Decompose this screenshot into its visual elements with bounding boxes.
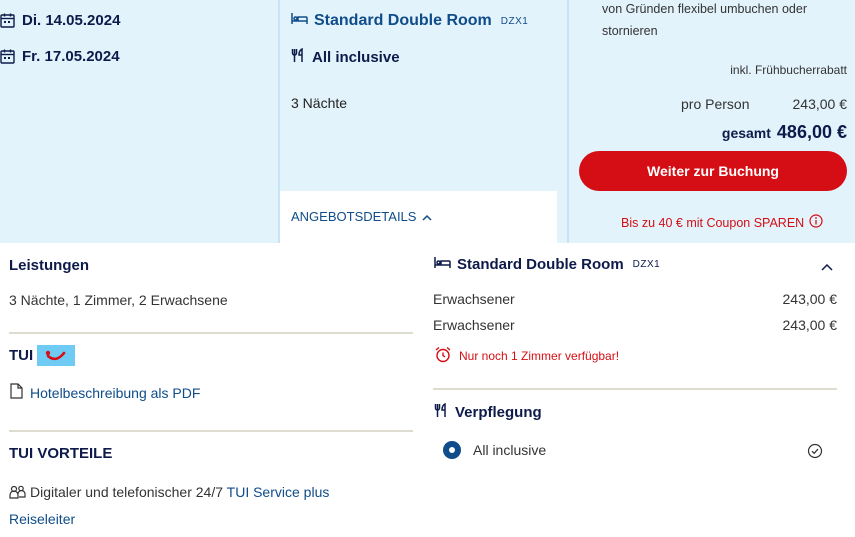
cutlery-icon bbox=[434, 402, 448, 422]
tab-offer-details-label[interactable]: ANGEBOTSDETAILS bbox=[291, 209, 432, 224]
document-icon bbox=[10, 383, 23, 402]
price-line-item: Erwachsener 243,00 € bbox=[433, 317, 837, 333]
total-value: 486,00 € bbox=[776, 122, 847, 142]
hotel-pdf-link[interactable]: Hotelbeschreibung als PDF bbox=[10, 383, 200, 402]
divider bbox=[433, 388, 837, 390]
room-title: Standard Double Room DZX1 bbox=[291, 12, 528, 30]
collapse-chevron-icon[interactable] bbox=[821, 258, 833, 276]
check-circle-icon bbox=[807, 443, 823, 464]
room-code: DZX1 bbox=[500, 15, 529, 27]
per-person-label: pro Person bbox=[681, 96, 750, 112]
arrival-date: Di. 14.05.2024 bbox=[0, 12, 120, 29]
per-person-value: 243,00 € bbox=[792, 96, 848, 112]
radio-selected-icon[interactable] bbox=[443, 441, 461, 459]
board-text: All inclusive bbox=[312, 49, 400, 66]
coupon-link[interactable]: Bis zu 40 € mit Coupon SPAREN bbox=[621, 214, 823, 231]
services-heading: Leistungen bbox=[9, 257, 90, 274]
price-line-value: 243,00 € bbox=[782, 291, 838, 307]
calendar-icon bbox=[0, 49, 15, 64]
board-type: All inclusive bbox=[291, 47, 400, 67]
total-label: gesamt bbox=[721, 125, 771, 141]
divider bbox=[9, 430, 413, 432]
coupon-text: Bis zu 40 € mit Coupon SPAREN bbox=[621, 215, 805, 230]
nights-count: 3 Nächte bbox=[291, 95, 348, 111]
availability-text: Nur noch 1 Zimmer verfügbar! bbox=[459, 349, 620, 363]
hotel-pdf-label[interactable]: Hotelbeschreibung als PDF bbox=[30, 385, 200, 401]
alarm-clock-icon bbox=[434, 346, 452, 366]
services-summary: 3 Nächte, 1 Zimmer, 2 Erwachsene bbox=[9, 292, 228, 308]
bed-icon bbox=[291, 12, 308, 30]
calendar-icon bbox=[0, 13, 15, 28]
total-price: gesamt 486,00 € bbox=[722, 122, 847, 143]
tui-benefit-item: Digitaler und telefonischer 24/7 TUI Ser… bbox=[9, 480, 389, 532]
price-line-label: Erwachsener bbox=[433, 317, 515, 333]
tab-label-text: ANGEBOTSDETAILS bbox=[291, 209, 417, 224]
flex-rebook-text: von Gründen flexibel umbuchen oder storn… bbox=[602, 2, 807, 38]
early-booking-note: inkl. Frühbucherrabatt bbox=[730, 63, 847, 77]
continue-booking-button[interactable]: Weiter zur Buchung bbox=[579, 151, 847, 191]
cutlery-icon bbox=[291, 47, 305, 67]
board-heading: Verpflegung bbox=[434, 402, 542, 422]
price-line-item: Erwachsener 243,00 € bbox=[433, 291, 837, 307]
chevron-up-icon bbox=[422, 209, 432, 224]
room-details-code: DZX1 bbox=[632, 259, 661, 270]
tui-brand-text: TUI bbox=[9, 347, 34, 364]
departure-date: Fr. 17.05.2024 bbox=[0, 48, 120, 65]
departure-date-text: Fr. 17.05.2024 bbox=[22, 48, 120, 65]
arrival-date-text: Di. 14.05.2024 bbox=[22, 12, 121, 29]
tui-logo: TUI bbox=[9, 345, 76, 366]
people-icon bbox=[9, 482, 26, 507]
board-option-label: All inclusive bbox=[473, 442, 547, 458]
price-line-value: 243,00 € bbox=[782, 317, 838, 333]
availability-warning: Nur noch 1 Zimmer verfügbar! bbox=[434, 346, 619, 366]
tui-smile-icon bbox=[37, 345, 76, 366]
tui-benefits-heading: TUI VORTEILE bbox=[9, 445, 113, 462]
price-per-person: pro Person 243,00 € bbox=[681, 96, 847, 112]
room-details-name: Standard Double Room bbox=[457, 256, 624, 273]
column-divider bbox=[567, 0, 569, 243]
benefit-text: Digitaler und telefonischer 24/7 bbox=[30, 484, 224, 500]
room-name: Standard Double Room bbox=[314, 12, 492, 29]
bed-icon bbox=[434, 256, 451, 273]
room-details-title: Standard Double Room DZX1 bbox=[434, 256, 660, 273]
price-line-label: Erwachsener bbox=[433, 291, 515, 307]
tab-offer-details[interactable]: ANGEBOTSDETAILS bbox=[280, 191, 557, 243]
board-heading-text: Verpflegung bbox=[455, 404, 542, 421]
board-option-all-inclusive[interactable]: All inclusive bbox=[443, 441, 546, 459]
info-icon[interactable] bbox=[809, 214, 823, 231]
divider bbox=[9, 332, 413, 334]
